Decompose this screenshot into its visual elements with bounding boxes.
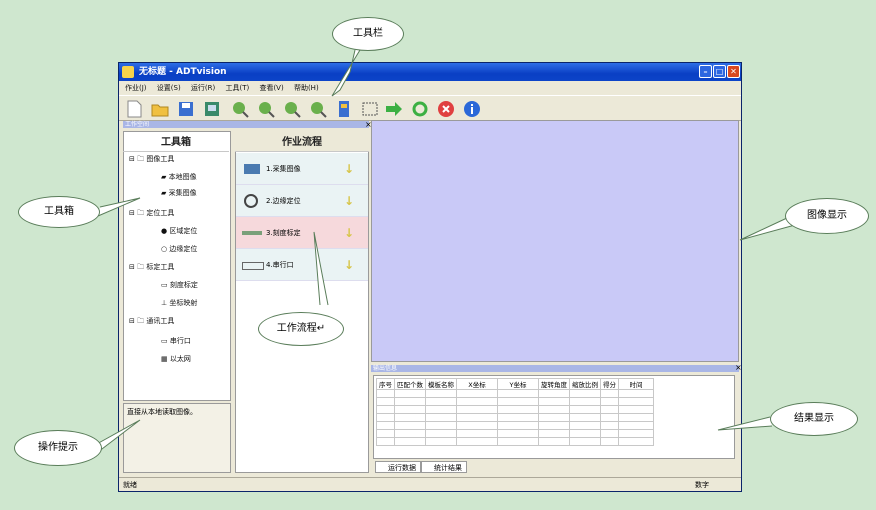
callout-result-display: 结果显示 [770, 402, 858, 436]
callout-image-display: 图像显示 [785, 198, 869, 234]
callout-toolbox: 工具箱 [18, 196, 100, 228]
callout-leaders [94, 49, 796, 453]
callout-workflow: 工作流程↵ [258, 312, 344, 346]
callout-operation-hint: 操作提示 [14, 430, 102, 466]
callout-toolbar: 工具栏 [332, 17, 404, 51]
